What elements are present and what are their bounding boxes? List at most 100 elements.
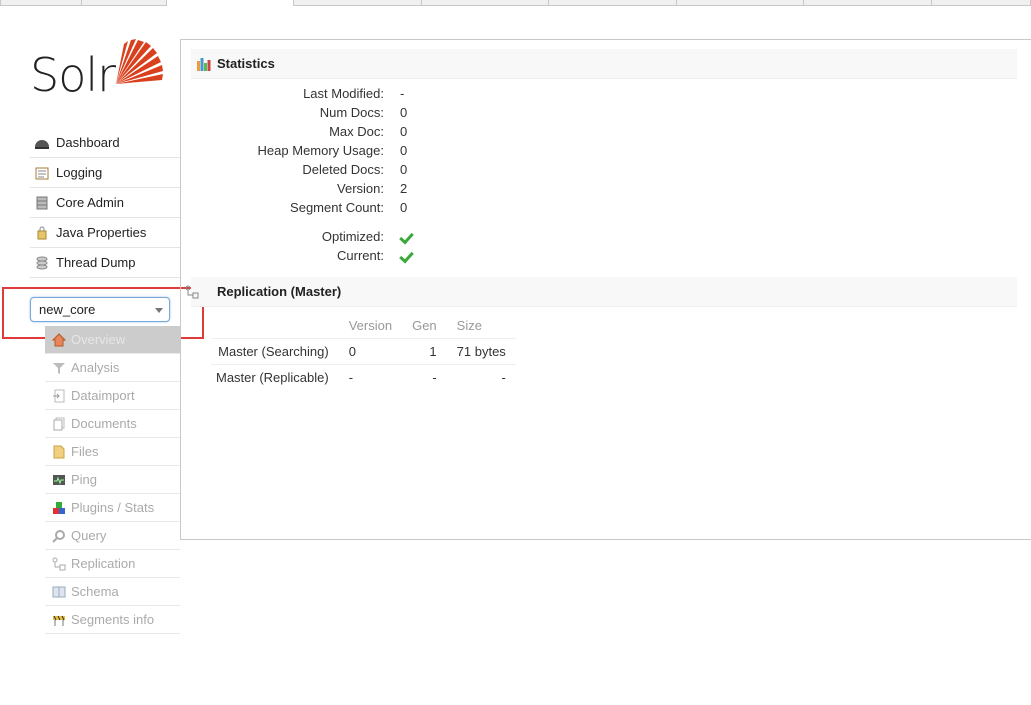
replication-header: Replication (Master) bbox=[185, 277, 1017, 307]
stat-label: Current: bbox=[337, 248, 384, 263]
top-tab[interactable] bbox=[803, 0, 932, 6]
core-nav-label: Ping bbox=[71, 472, 98, 487]
stat-value: - bbox=[400, 86, 405, 101]
solr-sun-icon bbox=[116, 39, 163, 84]
replication-title: Replication (Master) bbox=[217, 284, 342, 299]
stat-label: Num Docs: bbox=[319, 105, 384, 120]
main-nav: Dashboard Logging Core Admin Java Proper… bbox=[30, 128, 180, 278]
dashboard-icon bbox=[34, 135, 50, 151]
dataimport-icon bbox=[52, 389, 66, 403]
top-tab[interactable] bbox=[676, 0, 804, 6]
stat-label: Heap Memory Usage: bbox=[257, 143, 384, 158]
segments-icon bbox=[52, 613, 66, 627]
gen-cell: - bbox=[402, 363, 447, 390]
nav-item-java-properties[interactable]: Java Properties bbox=[30, 218, 180, 248]
bar-chart-icon bbox=[197, 58, 211, 71]
stat-row-optimized: Optimized: bbox=[211, 227, 414, 246]
stat-label: Optimized: bbox=[321, 229, 384, 244]
nav-item-label: Core Admin bbox=[56, 195, 124, 210]
core-nav-label: Replication bbox=[71, 556, 136, 571]
stat-row-current: Current: bbox=[211, 246, 414, 265]
query-icon bbox=[52, 529, 66, 543]
funnel-icon bbox=[52, 361, 66, 375]
core-nav-label: Schema bbox=[71, 584, 119, 599]
row-name: Master (Searching) bbox=[211, 337, 339, 364]
core-nav-label: Dataimport bbox=[71, 388, 135, 403]
core-nav-item-segments-info[interactable]: Segments info bbox=[45, 606, 180, 634]
nav-item-label: Logging bbox=[56, 165, 103, 180]
core-selector-value: new_core bbox=[39, 302, 96, 317]
core-nav-item-files[interactable]: Files bbox=[45, 438, 180, 466]
core-nav-item-replication[interactable]: Replication bbox=[45, 550, 180, 578]
stat-label: Segment Count: bbox=[290, 200, 384, 215]
core-nav-item-plugins-stats[interactable]: Plugins / Stats bbox=[45, 494, 180, 522]
solr-logo[interactable]: Solr bbox=[30, 38, 170, 108]
replication-icon bbox=[185, 285, 199, 299]
stat-value bbox=[384, 248, 414, 264]
nav-item-label: Java Properties bbox=[56, 225, 147, 240]
version-cell: - bbox=[338, 363, 403, 390]
top-tab[interactable] bbox=[0, 0, 82, 6]
top-tab[interactable] bbox=[931, 0, 1031, 6]
stat-label: Max Doc: bbox=[329, 124, 384, 139]
core-nav-label: Plugins / Stats bbox=[71, 500, 155, 515]
plugins-icon bbox=[52, 501, 66, 515]
schema-icon bbox=[52, 585, 66, 599]
stat-row-deleted-docs: Deleted Docs: 0 bbox=[211, 160, 413, 179]
check-icon bbox=[399, 229, 414, 245]
main-panel: Statistics Last Modified: - Num Docs: 0 … bbox=[180, 39, 1031, 540]
top-tab[interactable] bbox=[293, 0, 422, 6]
top-tab[interactable] bbox=[548, 0, 677, 6]
column-header bbox=[211, 314, 339, 338]
core-nav-item-schema[interactable]: Schema bbox=[45, 578, 180, 606]
core-admin-icon bbox=[34, 195, 50, 211]
core-nav-item-query[interactable]: Query bbox=[45, 522, 180, 550]
nav-item-label: Dashboard bbox=[56, 135, 120, 150]
table-header-row: Version Gen Size bbox=[211, 314, 516, 338]
size-cell: 71 bytes bbox=[446, 337, 516, 364]
home-icon bbox=[52, 332, 66, 347]
stat-value: 2 bbox=[400, 181, 408, 196]
core-nav-label: Query bbox=[71, 528, 107, 543]
stat-row-max-doc: Max Doc: 0 bbox=[211, 122, 413, 141]
stat-label: Deleted Docs: bbox=[302, 162, 384, 177]
core-nav-item-documents[interactable]: Documents bbox=[45, 410, 180, 438]
core-nav-item-dataimport[interactable]: Dataimport bbox=[45, 382, 180, 410]
core-nav-item-analysis[interactable]: Analysis bbox=[45, 354, 180, 382]
stat-row-num-docs: Num Docs: 0 bbox=[211, 103, 413, 122]
top-tab[interactable] bbox=[421, 0, 549, 6]
core-nav-label: Files bbox=[71, 444, 99, 459]
check-icon bbox=[399, 248, 414, 264]
stat-row-segment-count: Segment Count: 0 bbox=[211, 198, 413, 217]
replication-table: Version Gen Size Master (Searching) 0 1 … bbox=[211, 314, 516, 390]
core-nav-label: Analysis bbox=[71, 360, 120, 375]
statistics-title: Statistics bbox=[217, 56, 275, 71]
stat-row-heap-memory: Heap Memory Usage: 0 bbox=[211, 141, 413, 160]
nav-item-dashboard[interactable]: Dashboard bbox=[30, 128, 180, 158]
nav-item-core-admin[interactable]: Core Admin bbox=[30, 188, 180, 218]
core-nav-label: Overview bbox=[71, 332, 126, 347]
nav-item-label: Thread Dump bbox=[56, 255, 136, 270]
core-selector[interactable]: new_core bbox=[30, 297, 170, 322]
nav-item-thread-dump[interactable]: Thread Dump bbox=[30, 248, 180, 278]
stat-value: 0 bbox=[400, 143, 408, 158]
core-nav: Overview Analysis Dataimport Documents F… bbox=[45, 326, 180, 634]
core-nav-item-overview[interactable]: Overview bbox=[45, 326, 180, 354]
stat-value: 0 bbox=[400, 124, 408, 139]
top-tab-strip bbox=[0, 0, 1031, 6]
gen-cell: 1 bbox=[402, 337, 447, 364]
top-tab[interactable] bbox=[81, 0, 167, 6]
thread-dump-icon bbox=[34, 255, 50, 271]
stat-label: Last Modified: bbox=[303, 86, 384, 101]
replication-icon bbox=[52, 557, 66, 571]
chevron-down-icon bbox=[155, 308, 163, 313]
stat-value: 0 bbox=[400, 105, 408, 120]
core-nav-label: Segments info bbox=[71, 612, 155, 627]
core-nav-item-ping[interactable]: Ping bbox=[45, 466, 180, 494]
statistics-list: Last Modified: - Num Docs: 0 Max Doc: 0 … bbox=[211, 84, 414, 265]
size-cell: - bbox=[446, 363, 516, 390]
nav-item-logging[interactable]: Logging bbox=[30, 158, 180, 188]
stat-row-version: Version: 2 bbox=[211, 179, 413, 198]
stat-value bbox=[384, 229, 414, 245]
table-row: Master (Replicable) - - - bbox=[211, 363, 516, 390]
